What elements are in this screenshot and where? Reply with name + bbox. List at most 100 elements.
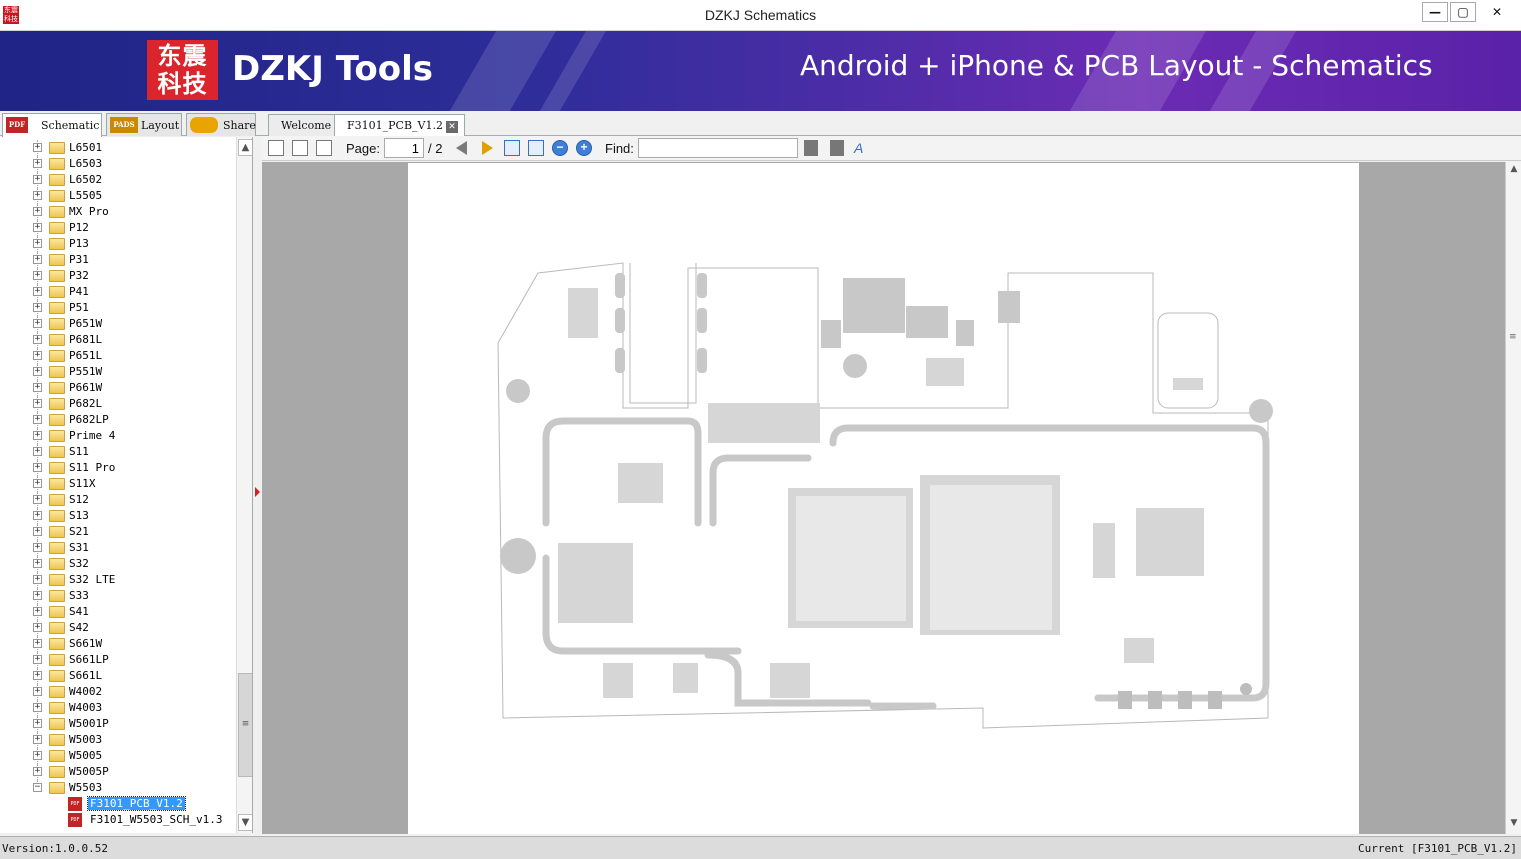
tree-folder[interactable]: + W4002 <box>0 684 235 700</box>
expand-icon[interactable]: + <box>33 495 42 504</box>
tree-folder[interactable]: + S661L <box>0 668 235 684</box>
export-page-icon[interactable] <box>316 140 332 156</box>
scroll-down-icon[interactable]: ▼ <box>1508 818 1520 832</box>
fit-page-icon[interactable] <box>528 140 544 156</box>
page-number-input[interactable] <box>384 138 424 158</box>
minimize-button[interactable]: — <box>1422 2 1448 22</box>
tree-folder[interactable]: + P13 <box>0 236 235 252</box>
expand-icon[interactable]: + <box>33 335 42 344</box>
tree-folder[interactable]: + P32 <box>0 268 235 284</box>
tree-file[interactable]: PDF F3101_PCB_V1.2 <box>0 796 235 812</box>
tree-folder[interactable]: + MX Pro <box>0 204 235 220</box>
maximize-button[interactable]: ▢ <box>1450 2 1476 22</box>
tree-folder[interactable]: + S32 LTE <box>0 572 235 588</box>
tree-folder[interactable]: + P651L <box>0 348 235 364</box>
tree-folder[interactable]: + L5505 <box>0 188 235 204</box>
expand-icon[interactable]: + <box>33 543 42 552</box>
tree-folder[interactable]: + S661LP <box>0 652 235 668</box>
expand-icon[interactable]: + <box>33 303 42 312</box>
tree-folder[interactable]: + S13 <box>0 508 235 524</box>
expand-icon[interactable]: + <box>33 575 42 584</box>
expand-icon[interactable]: + <box>33 399 42 408</box>
tree-folder[interactable]: + S42 <box>0 620 235 636</box>
tree-folder-expanded[interactable]: − W5503 <box>0 780 235 796</box>
expand-icon[interactable]: + <box>33 671 42 680</box>
doc-tab-f3101-pcb[interactable]: F3101_PCB_V1.2 ✕ <box>334 114 465 136</box>
tab-schematic[interactable]: PDF Schematic <box>2 113 102 137</box>
expand-icon[interactable]: + <box>33 527 42 536</box>
scroll-up-icon[interactable]: ▲ <box>1508 164 1520 178</box>
expand-icon[interactable]: + <box>33 591 42 600</box>
tree-folder[interactable]: + W5005P <box>0 764 235 780</box>
expand-icon[interactable]: + <box>33 271 42 280</box>
expand-icon[interactable]: + <box>33 159 42 168</box>
scroll-up-icon[interactable]: ▲ <box>238 139 252 156</box>
expand-icon[interactable]: + <box>33 319 42 328</box>
expand-icon[interactable]: + <box>33 223 42 232</box>
scroll-down-icon[interactable]: ▼ <box>238 814 252 831</box>
open-file-icon[interactable] <box>268 140 284 156</box>
next-page-icon[interactable] <box>482 141 493 155</box>
expand-icon[interactable]: + <box>33 479 42 488</box>
find-next-icon[interactable] <box>830 140 844 156</box>
tree-folder[interactable]: + P682LP <box>0 412 235 428</box>
tree-folder[interactable]: + S11 Pro <box>0 460 235 476</box>
expand-icon[interactable]: + <box>33 511 42 520</box>
expand-icon[interactable]: + <box>33 383 42 392</box>
fit-width-icon[interactable] <box>504 140 520 156</box>
expand-icon[interactable]: + <box>33 143 42 152</box>
tree-scrollbar[interactable]: ▲ ≡ ▼ <box>236 137 252 833</box>
find-input[interactable] <box>638 138 798 158</box>
expand-icon[interactable]: + <box>33 191 42 200</box>
expand-icon[interactable]: + <box>33 735 42 744</box>
copy-page-icon[interactable] <box>292 140 308 156</box>
close-tab-icon[interactable]: ✕ <box>445 121 458 133</box>
expand-icon[interactable]: + <box>33 351 42 360</box>
tree-folder[interactable]: + S12 <box>0 492 235 508</box>
tree-folder[interactable]: + Prime 4 <box>0 428 235 444</box>
tab-layout[interactable]: PADS Layout <box>106 113 182 136</box>
zoom-in-icon[interactable]: + <box>576 140 592 156</box>
panel-splitter[interactable] <box>253 137 262 833</box>
zoom-out-icon[interactable]: − <box>552 140 568 156</box>
expand-icon[interactable]: + <box>33 367 42 376</box>
tree-folder[interactable]: + S661W <box>0 636 235 652</box>
tree-folder[interactable]: + P41 <box>0 284 235 300</box>
expand-icon[interactable]: + <box>33 239 42 248</box>
expand-icon[interactable]: + <box>33 447 42 456</box>
expand-icon[interactable]: + <box>33 703 42 712</box>
expand-icon[interactable]: + <box>33 767 42 776</box>
tree-folder[interactable]: + P12 <box>0 220 235 236</box>
document-viewer[interactable] <box>262 162 1505 834</box>
tree-folder[interactable]: + W4003 <box>0 700 235 716</box>
tree-folder[interactable]: + S21 <box>0 524 235 540</box>
tab-share[interactable]: Share <box>186 113 256 136</box>
expand-icon[interactable]: + <box>33 175 42 184</box>
tree-folder[interactable]: + P651W <box>0 316 235 332</box>
tree-folder[interactable]: + S33 <box>0 588 235 604</box>
scroll-thumb[interactable]: ≡ <box>1509 332 1517 342</box>
expand-icon[interactable]: + <box>33 415 42 424</box>
expand-icon[interactable]: + <box>33 607 42 616</box>
close-button[interactable]: ✕ <box>1484 2 1510 22</box>
expand-icon[interactable]: + <box>33 623 42 632</box>
tree-file[interactable]: PDF F3101_W5503_SCH_v1.3 <box>0 812 235 828</box>
collapse-icon[interactable]: − <box>33 783 42 792</box>
collapse-arrow-icon[interactable] <box>255 487 260 497</box>
doc-tab-welcome[interactable]: Welcome <box>268 114 339 136</box>
expand-icon[interactable]: + <box>33 463 42 472</box>
tree-folder[interactable]: + W5001P <box>0 716 235 732</box>
pdf-page[interactable] <box>408 163 1359 834</box>
tree-folder[interactable]: + L6501 <box>0 140 235 156</box>
expand-icon[interactable]: + <box>33 559 42 568</box>
tree-folder[interactable]: + S11 <box>0 444 235 460</box>
tree-folder[interactable]: + S41 <box>0 604 235 620</box>
previous-page-icon[interactable] <box>456 141 467 155</box>
highlight-text-icon[interactable]: A <box>854 140 870 156</box>
tree-folder[interactable]: + W5003 <box>0 732 235 748</box>
tree-folder[interactable]: + P51 <box>0 300 235 316</box>
tree-folder[interactable]: + W5005 <box>0 748 235 764</box>
expand-icon[interactable]: + <box>33 687 42 696</box>
find-previous-icon[interactable] <box>804 140 818 156</box>
scroll-thumb[interactable]: ≡ <box>238 673 252 777</box>
